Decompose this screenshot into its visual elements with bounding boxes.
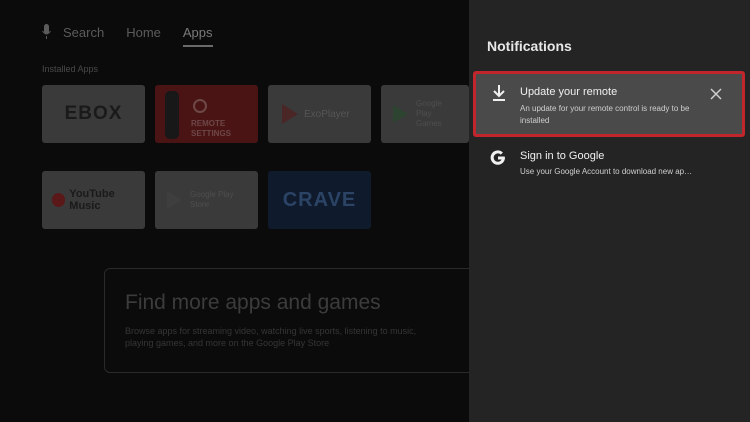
find-more-apps-card[interactable]: Find more apps and games Browse apps for…	[104, 268, 499, 373]
google-icon	[490, 150, 505, 165]
promo-description: Browse apps for streaming video, watchin…	[125, 326, 417, 348]
notification-body: Use your Google Account to download new …	[520, 167, 693, 176]
nav-apps[interactable]: Apps	[182, 25, 213, 47]
app-tile-youtube-music[interactable]: YouTube Music	[42, 171, 145, 229]
top-navigation: Search Home Apps	[42, 24, 235, 47]
notification-sign-in-google[interactable]: Sign in to Google Use your Google Accoun…	[473, 145, 745, 189]
close-icon[interactable]	[710, 88, 722, 100]
play-store-icon	[167, 191, 182, 209]
promo-title: Find more apps and games	[125, 291, 381, 314]
remote-icon	[165, 91, 179, 139]
nav-search-label: Search	[63, 24, 105, 40]
play-icon	[282, 104, 298, 124]
app-tile-label: Google Play Store	[190, 190, 234, 209]
nav-search[interactable]: Search	[42, 24, 104, 40]
youtube-music-icon	[52, 193, 66, 207]
gear-icon	[193, 99, 207, 113]
microphone-icon	[42, 24, 51, 39]
play-games-icon	[393, 105, 408, 123]
app-tile-label: Google Play Games	[416, 99, 442, 128]
app-tile-label: REMOTE SETTINGS	[191, 119, 232, 138]
nav-home[interactable]: Home	[126, 25, 161, 40]
notifications-panel: Notifications Update your remote An upda…	[469, 0, 750, 422]
app-tile-ebox[interactable]: EBOX	[42, 85, 145, 143]
notification-title: Update your remote	[520, 86, 618, 98]
app-tile-label: EBOX	[64, 103, 123, 124]
app-tile-label: CRAVE	[282, 188, 357, 211]
notification-body: An update for your remote control is rea…	[520, 104, 690, 125]
installed-apps-label: Installed Apps	[42, 64, 99, 74]
notification-title: Sign in to Google	[520, 150, 605, 162]
app-tile-label: YouTube Music	[69, 188, 115, 212]
app-tile-google-play-games[interactable]: Google Play Games	[381, 85, 469, 143]
notifications-title: Notifications	[487, 38, 572, 54]
app-tile-exoplayer[interactable]: ExoPlayer	[268, 85, 371, 143]
app-tile-google-play-store[interactable]: Google Play Store	[155, 171, 258, 229]
app-tile-label: ExoPlayer	[304, 108, 350, 120]
app-tile-crave[interactable]: CRAVE	[268, 171, 371, 229]
notification-update-remote[interactable]: Update your remote An update for your re…	[473, 71, 745, 137]
app-tile-remote-settings[interactable]: REMOTE SETTINGS	[155, 85, 258, 143]
download-icon	[493, 85, 505, 101]
